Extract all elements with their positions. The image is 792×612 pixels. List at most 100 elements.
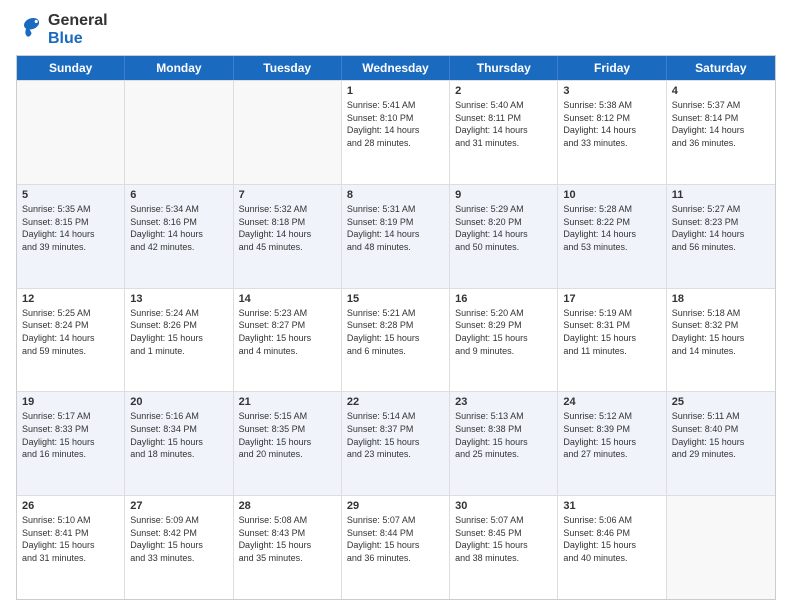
day-info-30: Sunrise: 5:07 AM Sunset: 8:45 PM Dayligh… — [455, 514, 552, 564]
calendar-row-5: 26 Sunrise: 5:10 AM Sunset: 8:41 PM Dayli… — [17, 495, 775, 599]
day-cell-18: 18Sunrise: 5:18 AM Sunset: 8:32 PM Dayli… — [667, 289, 775, 392]
day-number-13: 13 — [130, 293, 227, 305]
day-cell-8: 8 Sunrise: 5:31 AM Sunset: 8:19 PM Daylig… — [342, 185, 450, 288]
day-info-29: Sunrise: 5:07 AM Sunset: 8:44 PM Dayligh… — [347, 514, 444, 564]
day-info-24: Sunrise: 5:12 AM Sunset: 8:39 PM Dayligh… — [563, 410, 660, 460]
day-info-5: Sunrise: 5:35 AM Sunset: 8:15 PM Dayligh… — [22, 203, 119, 253]
day-number-12: 12 — [22, 293, 119, 305]
day-info-21: Sunrise: 5:15 AM Sunset: 8:35 PM Dayligh… — [239, 410, 336, 460]
day-cell-14: 14Sunrise: 5:23 AM Sunset: 8:27 PM Dayli… — [234, 289, 342, 392]
header-day-thursday: Thursday — [450, 56, 558, 80]
header-day-monday: Monday — [125, 56, 233, 80]
empty-cell-r0-c1 — [125, 81, 233, 184]
header-day-sunday: Sunday — [17, 56, 125, 80]
logo: General Blue — [16, 12, 108, 47]
day-number-5: 5 — [22, 189, 119, 201]
day-number-21: 21 — [239, 396, 336, 408]
day-number-30: 30 — [455, 500, 552, 512]
day-cell-2: 2 Sunrise: 5:40 AM Sunset: 8:11 PM Daylig… — [450, 81, 558, 184]
header-day-saturday: Saturday — [667, 56, 775, 80]
header-day-tuesday: Tuesday — [234, 56, 342, 80]
day-number-16: 16 — [455, 293, 552, 305]
day-info-8: Sunrise: 5:31 AM Sunset: 8:19 PM Dayligh… — [347, 203, 444, 253]
day-info-3: Sunrise: 5:38 AM Sunset: 8:12 PM Dayligh… — [563, 99, 660, 149]
day-number-7: 7 — [239, 189, 336, 201]
calendar-row-2: 5 Sunrise: 5:35 AM Sunset: 8:15 PM Daylig… — [17, 184, 775, 288]
calendar-header-row: SundayMondayTuesdayWednesdayThursdayFrid… — [17, 56, 775, 80]
day-cell-3: 3 Sunrise: 5:38 AM Sunset: 8:12 PM Daylig… — [558, 81, 666, 184]
day-info-19: Sunrise: 5:17 AM Sunset: 8:33 PM Dayligh… — [22, 410, 119, 460]
day-number-4: 4 — [672, 85, 770, 97]
day-info-2: Sunrise: 5:40 AM Sunset: 8:11 PM Dayligh… — [455, 99, 552, 149]
day-cell-5: 5 Sunrise: 5:35 AM Sunset: 8:15 PM Daylig… — [17, 185, 125, 288]
logo-general-text: General — [48, 12, 108, 30]
day-info-14: Sunrise: 5:23 AM Sunset: 8:27 PM Dayligh… — [239, 307, 336, 357]
day-info-25: Sunrise: 5:11 AM Sunset: 8:40 PM Dayligh… — [672, 410, 770, 460]
day-number-8: 8 — [347, 189, 444, 201]
day-cell-9: 9 Sunrise: 5:29 AM Sunset: 8:20 PM Daylig… — [450, 185, 558, 288]
day-number-9: 9 — [455, 189, 552, 201]
day-cell-21: 21 Sunrise: 5:15 AM Sunset: 8:35 PM Dayli… — [234, 392, 342, 495]
day-number-26: 26 — [22, 500, 119, 512]
day-number-27: 27 — [130, 500, 227, 512]
day-cell-7: 7 Sunrise: 5:32 AM Sunset: 8:18 PM Daylig… — [234, 185, 342, 288]
day-info-13: Sunrise: 5:24 AM Sunset: 8:26 PM Dayligh… — [130, 307, 227, 357]
day-info-26: Sunrise: 5:10 AM Sunset: 8:41 PM Dayligh… — [22, 514, 119, 564]
calendar-body: 1Sunrise: 5:41 AM Sunset: 8:10 PM Daylig… — [17, 80, 775, 599]
calendar: SundayMondayTuesdayWednesdayThursdayFrid… — [16, 55, 776, 600]
day-info-23: Sunrise: 5:13 AM Sunset: 8:38 PM Dayligh… — [455, 410, 552, 460]
day-cell-22: 22Sunrise: 5:14 AM Sunset: 8:37 PM Dayli… — [342, 392, 450, 495]
day-cell-28: 28 Sunrise: 5:08 AM Sunset: 8:43 PM Dayli… — [234, 496, 342, 599]
day-cell-24: 24 Sunrise: 5:12 AM Sunset: 8:39 PM Dayli… — [558, 392, 666, 495]
day-number-25: 25 — [672, 396, 770, 408]
day-cell-17: 17Sunrise: 5:19 AM Sunset: 8:31 PM Dayli… — [558, 289, 666, 392]
day-cell-4: 4Sunrise: 5:37 AM Sunset: 8:14 PM Daylig… — [667, 81, 775, 184]
day-cell-12: 12 Sunrise: 5:25 AM Sunset: 8:24 PM Dayli… — [17, 289, 125, 392]
day-cell-13: 13 Sunrise: 5:24 AM Sunset: 8:26 PM Dayli… — [125, 289, 233, 392]
day-cell-1: 1Sunrise: 5:41 AM Sunset: 8:10 PM Daylig… — [342, 81, 450, 184]
empty-cell-r0-c0 — [17, 81, 125, 184]
day-cell-15: 15Sunrise: 5:21 AM Sunset: 8:28 PM Dayli… — [342, 289, 450, 392]
day-number-22: 22 — [347, 396, 444, 408]
day-number-3: 3 — [563, 85, 660, 97]
day-number-17: 17 — [563, 293, 660, 305]
day-number-23: 23 — [455, 396, 552, 408]
day-info-16: Sunrise: 5:20 AM Sunset: 8:29 PM Dayligh… — [455, 307, 552, 357]
day-cell-25: 25 Sunrise: 5:11 AM Sunset: 8:40 PM Dayli… — [667, 392, 775, 495]
day-info-28: Sunrise: 5:08 AM Sunset: 8:43 PM Dayligh… — [239, 514, 336, 564]
day-cell-27: 27 Sunrise: 5:09 AM Sunset: 8:42 PM Dayli… — [125, 496, 233, 599]
day-number-20: 20 — [130, 396, 227, 408]
day-number-28: 28 — [239, 500, 336, 512]
day-cell-20: 20Sunrise: 5:16 AM Sunset: 8:34 PM Dayli… — [125, 392, 233, 495]
day-number-19: 19 — [22, 396, 119, 408]
day-info-11: Sunrise: 5:27 AM Sunset: 8:23 PM Dayligh… — [672, 203, 770, 253]
logo-bird-icon — [16, 16, 44, 44]
day-info-12: Sunrise: 5:25 AM Sunset: 8:24 PM Dayligh… — [22, 307, 119, 357]
day-number-2: 2 — [455, 85, 552, 97]
calendar-row-1: 1Sunrise: 5:41 AM Sunset: 8:10 PM Daylig… — [17, 80, 775, 184]
day-cell-19: 19 Sunrise: 5:17 AM Sunset: 8:33 PM Dayli… — [17, 392, 125, 495]
day-number-15: 15 — [347, 293, 444, 305]
day-cell-10: 10Sunrise: 5:28 AM Sunset: 8:22 PM Dayli… — [558, 185, 666, 288]
day-cell-23: 23 Sunrise: 5:13 AM Sunset: 8:38 PM Dayli… — [450, 392, 558, 495]
day-info-27: Sunrise: 5:09 AM Sunset: 8:42 PM Dayligh… — [130, 514, 227, 564]
day-cell-30: 30 Sunrise: 5:07 AM Sunset: 8:45 PM Dayli… — [450, 496, 558, 599]
day-info-18: Sunrise: 5:18 AM Sunset: 8:32 PM Dayligh… — [672, 307, 770, 357]
calendar-row-4: 19 Sunrise: 5:17 AM Sunset: 8:33 PM Dayli… — [17, 391, 775, 495]
day-number-6: 6 — [130, 189, 227, 201]
day-cell-11: 11Sunrise: 5:27 AM Sunset: 8:23 PM Dayli… — [667, 185, 775, 288]
day-info-9: Sunrise: 5:29 AM Sunset: 8:20 PM Dayligh… — [455, 203, 552, 253]
day-info-1: Sunrise: 5:41 AM Sunset: 8:10 PM Dayligh… — [347, 99, 444, 149]
day-cell-16: 16 Sunrise: 5:20 AM Sunset: 8:29 PM Dayli… — [450, 289, 558, 392]
page: General Blue SundayMondayTuesdayWednesda… — [0, 0, 792, 612]
day-info-6: Sunrise: 5:34 AM Sunset: 8:16 PM Dayligh… — [130, 203, 227, 253]
day-cell-26: 26 Sunrise: 5:10 AM Sunset: 8:41 PM Dayli… — [17, 496, 125, 599]
day-number-29: 29 — [347, 500, 444, 512]
calendar-row-3: 12 Sunrise: 5:25 AM Sunset: 8:24 PM Dayli… — [17, 288, 775, 392]
day-number-31: 31 — [563, 500, 660, 512]
header-day-friday: Friday — [558, 56, 666, 80]
logo-blue-text: Blue — [48, 30, 108, 48]
day-cell-29: 29 Sunrise: 5:07 AM Sunset: 8:44 PM Dayli… — [342, 496, 450, 599]
day-info-7: Sunrise: 5:32 AM Sunset: 8:18 PM Dayligh… — [239, 203, 336, 253]
day-number-24: 24 — [563, 396, 660, 408]
